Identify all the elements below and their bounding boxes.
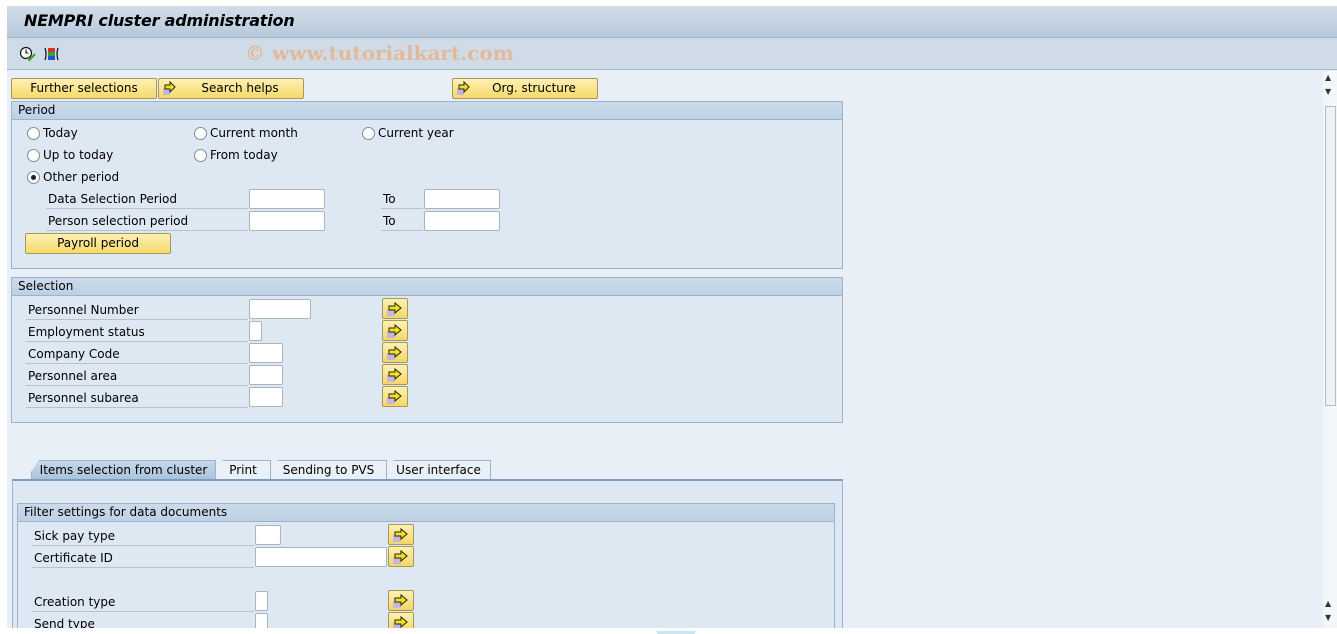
radio-button-selected[interactable]: [27, 170, 40, 184]
tab-sending-to-pvs[interactable]: Sending to PVS: [270, 460, 387, 480]
personnel-subarea-label: Personnel subarea: [26, 388, 248, 408]
filter-settings-group: Filter settings for data documents Sick …: [17, 503, 835, 634]
person-selection-period-label: Person selection period: [46, 211, 248, 231]
filter-settings-title: Filter settings for data documents: [18, 504, 834, 522]
page-title: NEMPRI cluster administration: [24, 11, 295, 30]
data-selection-period-to-input[interactable]: [424, 189, 500, 209]
radio-label: Current month: [210, 126, 298, 140]
arrow-right-icon: [387, 345, 402, 360]
personnel-area-input[interactable]: [249, 365, 283, 385]
multiple-selection-button[interactable]: [382, 364, 408, 385]
selection-options-icon[interactable]: [43, 46, 61, 62]
multiple-selection-button[interactable]: [388, 524, 414, 545]
arrow-right-icon: [162, 80, 178, 102]
scroll-up-icon[interactable]: ▼: [1325, 87, 1335, 97]
to-label: To: [381, 189, 423, 209]
employment-status-label: Employment status: [26, 322, 248, 342]
personnel-number-input[interactable]: [249, 299, 311, 319]
period-group: Period Today Current month Current year …: [11, 101, 843, 269]
arrow-right-icon: [393, 593, 408, 608]
person-selection-period-from-input[interactable]: [249, 211, 325, 231]
radio-button[interactable]: [362, 126, 375, 140]
payroll-period-button[interactable]: Payroll period: [25, 233, 171, 254]
multiple-selection-button[interactable]: [382, 320, 408, 341]
arrow-right-icon: [387, 301, 402, 316]
radio-button[interactable]: [27, 126, 40, 140]
further-selections-label: Further selections: [30, 81, 138, 95]
radio-today[interactable]: Today: [27, 126, 78, 140]
arrow-right-icon: [393, 527, 408, 542]
company-code-input[interactable]: [249, 343, 283, 363]
radio-label: Up to today: [43, 148, 114, 162]
arrow-right-icon: [387, 389, 402, 404]
execute-clock-check-icon[interactable]: [19, 46, 37, 62]
arrow-right-icon: [456, 80, 472, 102]
data-selection-period-from-input[interactable]: [249, 189, 325, 209]
selection-group: Selection Personnel Number Employment st…: [11, 277, 843, 423]
arrow-right-icon: [393, 549, 408, 564]
multiple-selection-button[interactable]: [382, 342, 408, 363]
vertical-scrollbar[interactable]: ▲ ▼ ▲ ▼: [1323, 71, 1337, 628]
tab-panel-items-selection: Filter settings for data documents Sick …: [12, 479, 843, 634]
title-bar: NEMPRI cluster administration: [7, 6, 1337, 38]
selection-screen: Further selections Search helps Org. str…: [7, 71, 1330, 634]
org-structure-button[interactable]: Org. structure: [452, 78, 598, 99]
tab-print[interactable]: Print: [215, 460, 271, 480]
scroll-page-up-icon[interactable]: ▲: [1325, 73, 1335, 83]
radio-other-period[interactable]: Other period: [27, 170, 119, 184]
scrollbar-thumb[interactable]: [1325, 106, 1336, 406]
scroll-page-down-icon[interactable]: ▼: [1325, 613, 1335, 623]
radio-label: Current year: [378, 126, 454, 140]
personnel-number-label: Personnel Number: [26, 300, 248, 320]
sick-pay-type-label: Sick pay type: [32, 526, 254, 546]
multiple-selection-button[interactable]: [388, 590, 414, 611]
personnel-subarea-input[interactable]: [249, 387, 283, 407]
radio-from-today[interactable]: From today: [194, 148, 278, 162]
application-toolbar: © www.tutorialkart.com: [7, 38, 1337, 70]
payroll-period-label: Payroll period: [57, 236, 139, 250]
selection-group-title: Selection: [12, 278, 842, 296]
radio-label: From today: [210, 148, 278, 162]
radio-current-month[interactable]: Current month: [194, 126, 298, 140]
period-group-title: Period: [12, 102, 842, 120]
multiple-selection-button[interactable]: [382, 298, 408, 319]
org-structure-label: Org. structure: [492, 81, 576, 95]
sick-pay-type-input[interactable]: [255, 525, 281, 545]
personnel-area-label: Personnel area: [26, 366, 248, 386]
radio-button[interactable]: [27, 148, 40, 162]
creation-type-input[interactable]: [255, 591, 268, 611]
certificate-id-label: Certificate ID: [32, 548, 254, 568]
employment-status-input[interactable]: [249, 321, 262, 341]
radio-button[interactable]: [194, 148, 207, 162]
to-label: To: [381, 211, 423, 231]
radio-label: Today: [43, 126, 78, 140]
arrow-right-icon: [387, 323, 402, 338]
scroll-down-icon[interactable]: ▲: [1325, 599, 1335, 609]
further-selections-button[interactable]: Further selections: [11, 78, 157, 99]
arrow-right-icon: [387, 367, 402, 382]
radio-current-year[interactable]: Current year: [362, 126, 454, 140]
radio-label: Other period: [43, 170, 120, 184]
company-code-label: Company Code: [26, 344, 248, 364]
data-selection-period-label: Data Selection Period: [46, 189, 248, 209]
sap-window: NEMPRI cluster administration © www.tuto…: [7, 6, 1337, 634]
multiple-selection-button[interactable]: [382, 386, 408, 407]
tab-items-selection[interactable]: Items selection from cluster: [31, 460, 216, 480]
creation-type-label: Creation type: [32, 592, 254, 612]
multiple-selection-button[interactable]: [388, 546, 414, 567]
tab-user-interface[interactable]: User interface: [386, 460, 491, 480]
watermark: © www.tutorialkart.com: [245, 41, 514, 65]
person-selection-period-to-input[interactable]: [424, 211, 500, 231]
radio-up-to-today[interactable]: Up to today: [27, 148, 113, 162]
radio-button[interactable]: [194, 126, 207, 140]
certificate-id-input[interactable]: [255, 547, 387, 567]
search-helps-button[interactable]: Search helps: [158, 78, 304, 99]
search-helps-label: Search helps: [201, 81, 279, 95]
